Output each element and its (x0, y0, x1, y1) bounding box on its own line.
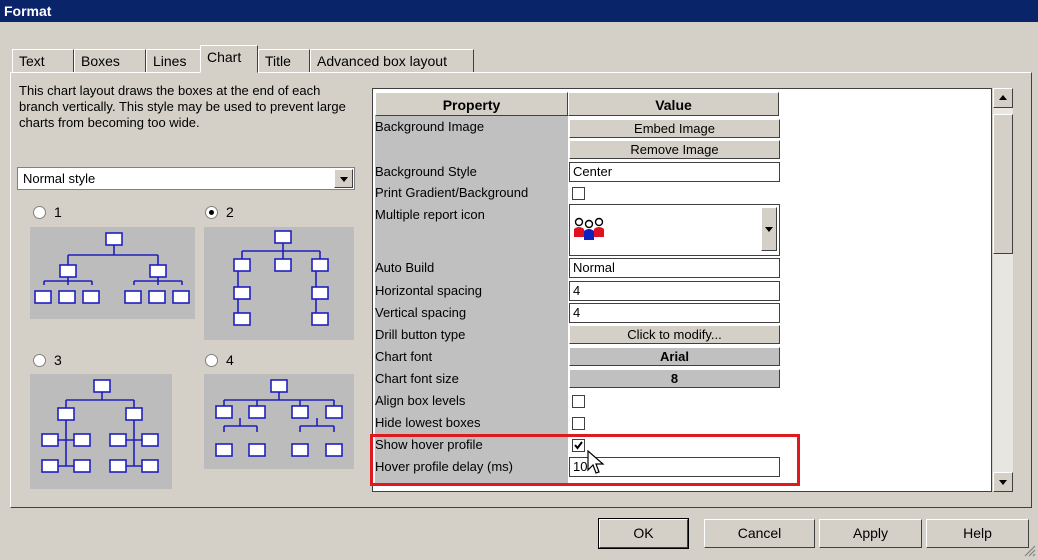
ok-button[interactable]: OK (598, 518, 689, 549)
print-gradient-cell (569, 184, 780, 204)
radio-layout-4-label: 4 (226, 352, 234, 368)
remove-image-button[interactable]: Remove Image (569, 140, 780, 159)
horizontal-spacing-value[interactable]: 4 (569, 281, 780, 301)
highlight-box (370, 434, 800, 486)
chart-font-size-button[interactable]: 8 (569, 369, 780, 388)
layout-2-preview[interactable] (204, 227, 354, 340)
prop-hide-lowest-boxes: Hide lowest boxes (375, 415, 481, 430)
auto-build-value[interactable]: Normal (569, 258, 780, 278)
radio-layout-1[interactable] (33, 206, 46, 219)
window-title: Format (4, 3, 52, 19)
hide-lowest-boxes-cell (569, 414, 780, 434)
layout-4-preview[interactable] (204, 374, 354, 469)
align-box-levels-checkbox[interactable] (572, 395, 585, 408)
help-button[interactable]: Help (926, 519, 1029, 548)
chevron-down-icon[interactable] (761, 207, 777, 251)
radio-layout-3[interactable] (33, 354, 46, 367)
chevron-down-icon[interactable] (334, 169, 353, 188)
apply-button[interactable]: Apply (819, 519, 922, 548)
layout-3-preview[interactable] (30, 374, 172, 489)
layout-description: This chart layout draws the boxes at the… (19, 83, 346, 130)
embed-image-button[interactable]: Embed Image (569, 119, 780, 138)
tab-text[interactable]: Text (12, 49, 74, 72)
prop-drill-button-type: Drill button type (375, 327, 466, 342)
prop-chart-font-size: Chart font size (375, 371, 459, 386)
prop-background-style: Background Style (375, 164, 477, 179)
drill-button-type-button[interactable]: Click to modify... (569, 325, 780, 344)
tab-chart[interactable]: Chart (200, 45, 258, 73)
cancel-button[interactable]: Cancel (704, 519, 815, 548)
prop-align-box-levels: Align box levels (375, 393, 466, 408)
style-select[interactable]: Normal style (17, 167, 355, 190)
people-group-icon (573, 215, 605, 246)
tab-advanced-box-layout[interactable]: Advanced box layout (310, 49, 474, 72)
scroll-up-button[interactable] (993, 88, 1013, 108)
chart-font-button[interactable]: Arial (569, 347, 780, 366)
property-column-header: Property (375, 92, 568, 116)
prop-print-gradient: Print Gradient/Background (375, 185, 529, 200)
prop-vertical-spacing: Vertical spacing (375, 305, 467, 320)
radio-layout-3-label: 3 (54, 352, 62, 368)
layout-1-preview[interactable] (30, 227, 195, 319)
radio-layout-2-label: 2 (226, 204, 234, 220)
vertical-spacing-value[interactable]: 4 (569, 303, 780, 323)
property-grid-scrollbar[interactable] (993, 88, 1013, 492)
radio-layout-2[interactable] (205, 206, 218, 219)
value-column-header: Value (568, 92, 779, 116)
radio-layout-1-label: 1 (54, 204, 62, 220)
hide-lowest-boxes-checkbox[interactable] (572, 417, 585, 430)
background-style-value[interactable]: Center (569, 162, 780, 182)
prop-auto-build: Auto Build (375, 260, 435, 275)
style-select-value: Normal style (23, 171, 96, 186)
print-gradient-checkbox[interactable] (572, 187, 585, 200)
tab-boxes[interactable]: Boxes (74, 49, 146, 72)
radio-layout-4[interactable] (205, 354, 218, 367)
align-box-levels-cell (569, 392, 780, 412)
title-bar: Format (0, 0, 1038, 22)
resize-grip-icon[interactable] (1022, 543, 1036, 560)
prop-chart-font: Chart font (375, 349, 433, 364)
prop-horizontal-spacing: Horizontal spacing (375, 283, 482, 298)
tab-lines[interactable]: Lines (146, 49, 202, 72)
prop-background-image: Background Image (375, 119, 485, 134)
multiple-report-icon-select[interactable] (569, 204, 780, 256)
tab-title[interactable]: Title (258, 49, 310, 72)
scroll-down-button[interactable] (993, 472, 1013, 492)
prop-multiple-report-icon: Multiple report icon (375, 207, 485, 222)
scroll-thumb[interactable] (993, 114, 1013, 254)
